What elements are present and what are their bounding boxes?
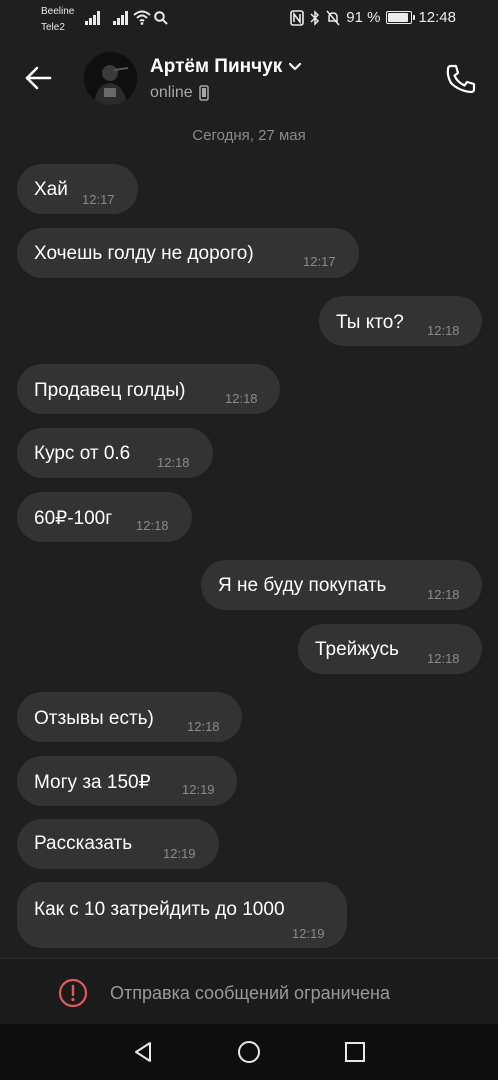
battery-fill bbox=[388, 13, 409, 22]
message-time: 12:17 bbox=[82, 192, 115, 207]
message-text: 60₽-100г bbox=[34, 508, 113, 529]
message-text: Я не буду покупать bbox=[218, 575, 387, 596]
wifi-icon bbox=[133, 10, 151, 25]
phone-icon[interactable] bbox=[444, 62, 478, 96]
message-bubble-incoming[interactable]: Как с 10 затрейдить до 1000 12:19 bbox=[17, 882, 347, 948]
message-time: 12:18 bbox=[225, 391, 258, 406]
message-text: Продавец голды) bbox=[34, 380, 186, 401]
message-time: 12:18 bbox=[427, 651, 460, 666]
back-arrow-icon[interactable] bbox=[22, 62, 54, 94]
message-bubble-incoming[interactable]: 60₽-100г 12:18 bbox=[17, 492, 192, 542]
message-time: 12:17 bbox=[303, 254, 336, 269]
message-bubble-outgoing[interactable]: Трейжусь 12:18 bbox=[298, 624, 482, 674]
bluetooth-icon bbox=[310, 9, 320, 26]
message-text: Курс от 0.6 bbox=[34, 443, 131, 464]
online-status-row: online bbox=[150, 84, 209, 102]
nav-back-icon[interactable] bbox=[131, 1040, 155, 1064]
message-bubble-incoming[interactable]: Отзывы есть) 12:18 bbox=[17, 692, 242, 742]
status-right: 91 % 12:48 bbox=[290, 9, 456, 26]
message-bubble-outgoing[interactable]: Ты кто? 12:18 bbox=[319, 296, 482, 346]
nav-recents-icon[interactable] bbox=[343, 1040, 367, 1064]
chevron-down-icon bbox=[289, 62, 302, 71]
nfc-icon bbox=[290, 9, 305, 26]
message-time: 12:19 bbox=[292, 926, 325, 941]
online-status: online bbox=[150, 84, 193, 101]
battery-icon bbox=[386, 11, 416, 24]
message-text: Ты кто? bbox=[336, 312, 404, 333]
message-time: 12:19 bbox=[182, 782, 215, 797]
messaging-restricted-bar: Отправка сообщений ограничена bbox=[0, 958, 498, 1025]
message-time: 12:19 bbox=[163, 846, 196, 861]
message-time: 12:18 bbox=[427, 587, 460, 602]
message-time: 12:18 bbox=[187, 719, 220, 734]
message-bubble-incoming[interactable]: Рассказать 12:19 bbox=[17, 819, 219, 869]
signal-icon-2 bbox=[113, 11, 128, 25]
restricted-notice: Отправка сообщений ограничена bbox=[110, 983, 390, 1003]
message-bubble-incoming[interactable]: Курс от 0.6 12:18 bbox=[17, 428, 213, 478]
message-text: Могу за 150₽ bbox=[34, 772, 151, 793]
message-text: Отзывы есть) bbox=[34, 708, 154, 729]
date-separator: Сегодня, 27 мая bbox=[192, 127, 306, 144]
message-time: 12:18 bbox=[157, 455, 190, 470]
warning-icon bbox=[58, 978, 88, 1008]
bell-muted-icon bbox=[326, 10, 340, 25]
contact-name-row[interactable]: Артём Пинчук bbox=[150, 56, 302, 78]
message-text: Рассказать bbox=[34, 833, 133, 854]
message-bubble-incoming[interactable]: Хочешь голду не дорого) 12:17 bbox=[17, 228, 359, 278]
message-time: 12:18 bbox=[427, 323, 460, 338]
carrier-names: Beeline Tele2 bbox=[41, 5, 74, 35]
message-bubble-incoming[interactable]: Хай 12:17 bbox=[17, 164, 138, 214]
message-time: 12:18 bbox=[136, 518, 169, 533]
signal-icon bbox=[85, 11, 100, 25]
message-text: Хочешь голду не дорого) bbox=[34, 243, 254, 264]
message-text: Трейжусь bbox=[315, 639, 399, 660]
message-bubble-outgoing[interactable]: Я не буду покупать 12:18 bbox=[201, 560, 482, 610]
avatar-image bbox=[84, 52, 137, 105]
clock: 12:48 bbox=[418, 9, 456, 26]
avatar[interactable] bbox=[84, 52, 137, 105]
search-icon bbox=[154, 11, 168, 25]
nav-home-icon[interactable] bbox=[237, 1040, 261, 1064]
carrier-2: Tele2 bbox=[41, 22, 65, 33]
message-bubble-incoming[interactable]: Могу за 150₽ 12:19 bbox=[17, 756, 237, 806]
message-text: Хай bbox=[34, 179, 68, 200]
mobile-device-icon bbox=[198, 85, 209, 101]
chat-header: Артём Пинчук online bbox=[0, 38, 498, 118]
battery-percent: 91 % bbox=[346, 9, 381, 26]
message-text: Как с 10 затрейдить до 1000 bbox=[34, 899, 285, 920]
status-bar: Beeline Tele2 91 % 12:48 bbox=[0, 0, 498, 38]
carrier-1: Beeline bbox=[41, 6, 75, 17]
system-nav-bar bbox=[0, 1024, 498, 1080]
message-bubble-incoming[interactable]: Продавец голды) 12:18 bbox=[17, 364, 280, 414]
contact-name: Артём Пинчук bbox=[150, 56, 283, 77]
